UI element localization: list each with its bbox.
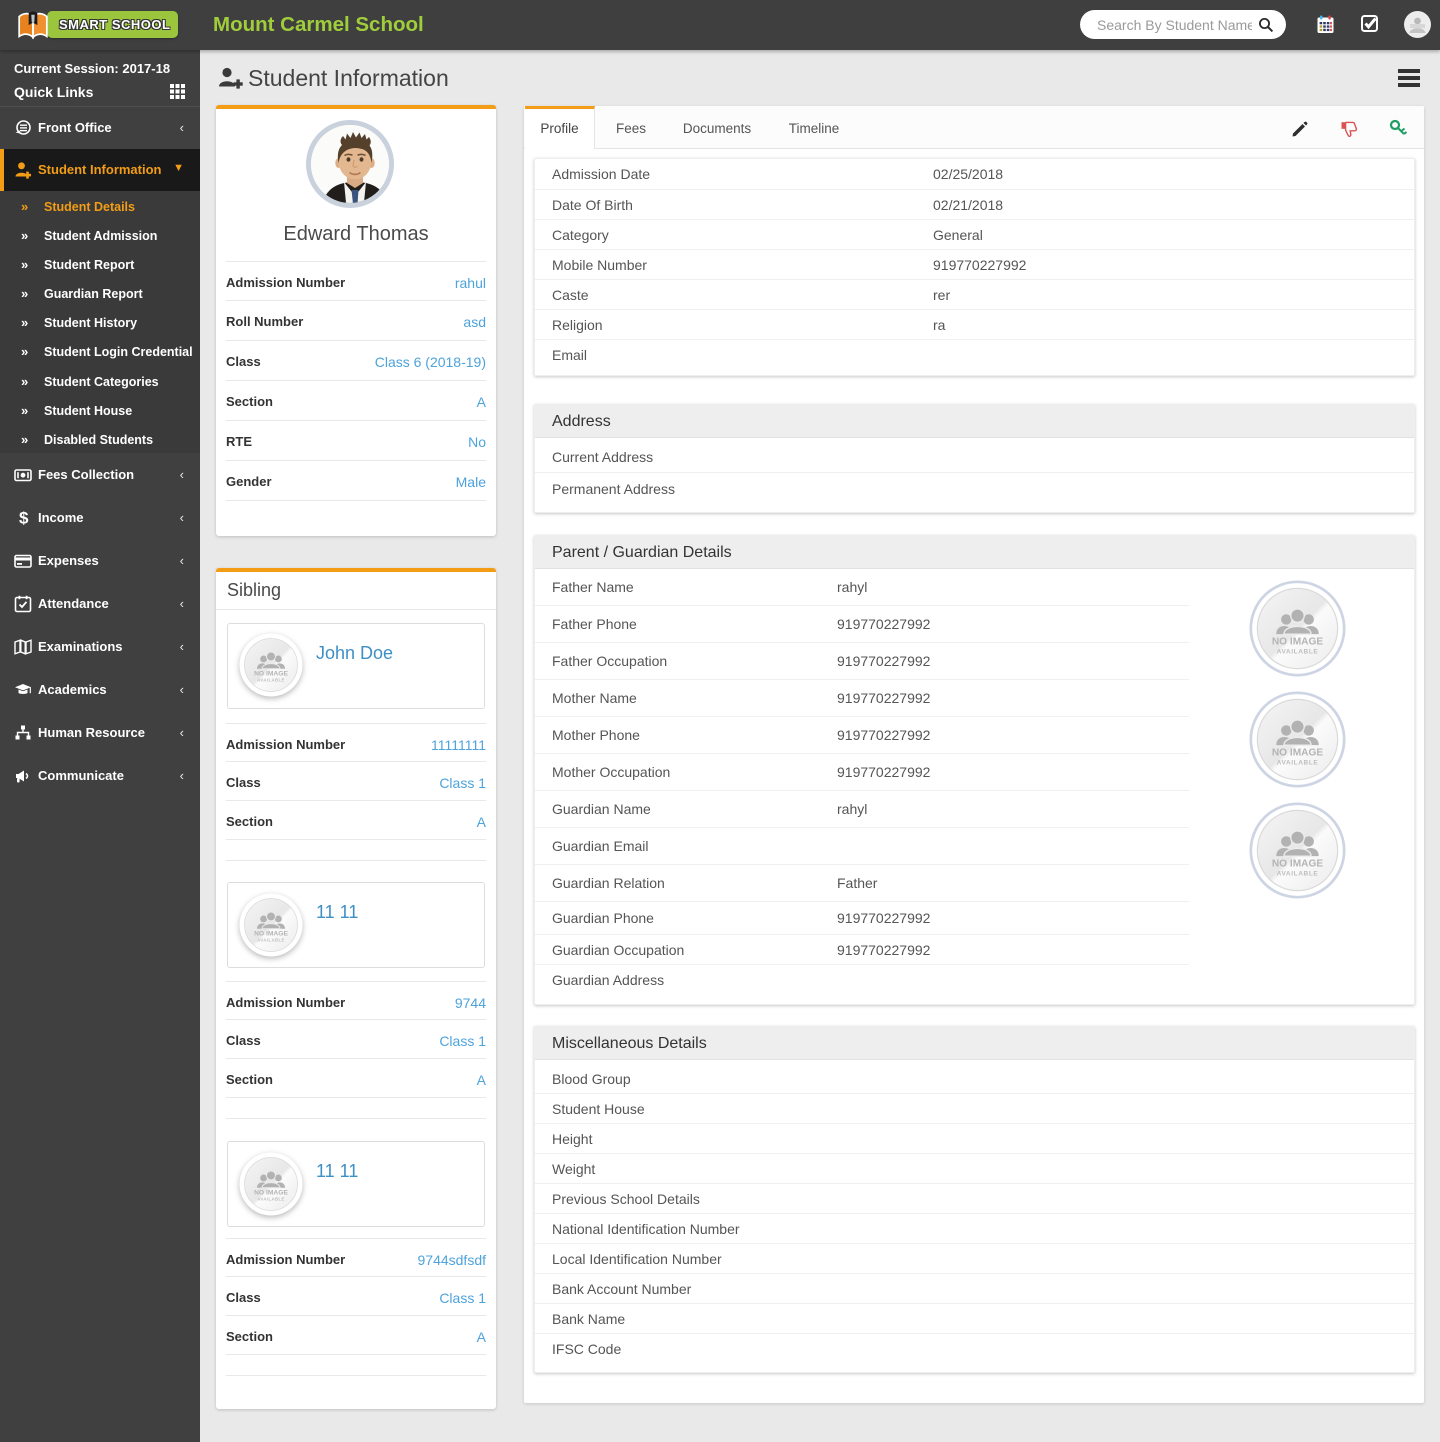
svg-text:$: $ (19, 509, 29, 527)
